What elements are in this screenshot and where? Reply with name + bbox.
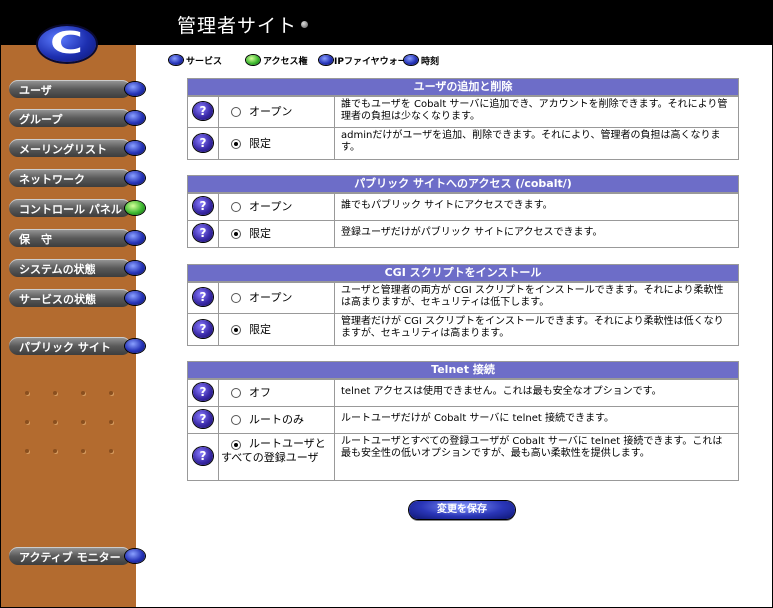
option-description: ルートユーザだけが Cobalt サーバに telnet 接続できます。 bbox=[341, 413, 614, 424]
page-title: 管理者サイト bbox=[177, 15, 298, 37]
sidebar-item-system-status[interactable]: システムの状態 bbox=[9, 259, 145, 277]
sidebar-item-label: メーリングリスト bbox=[19, 143, 107, 156]
option-row: ? オープン 誰でもパブリック サイトにアクセスできます。 bbox=[188, 193, 738, 220]
help-icon[interactable]: ? bbox=[193, 320, 213, 338]
section-title: ユーザの追加と削除 bbox=[188, 79, 738, 96]
sidebar-item-active-monitor[interactable]: アクティブ モニター bbox=[9, 547, 145, 565]
help-icon[interactable]: ? bbox=[193, 224, 213, 242]
sidebar-item-network[interactable]: ネットワーク bbox=[9, 169, 145, 187]
section-title: パブリック サイトへのアクセス (/cobalt/) bbox=[188, 176, 738, 193]
cobalt-logo-icon[interactable]: C bbox=[38, 26, 96, 62]
section-user-add-delete: ユーザの追加と削除 ? オープン 誰でもユーザを Cobalt サーバに追加でき… bbox=[187, 78, 739, 160]
orb-button-icon bbox=[125, 261, 145, 275]
sidebar-item-public-site[interactable]: パブリック サイト bbox=[9, 337, 145, 355]
help-icon[interactable]: ? bbox=[193, 410, 213, 428]
sidebar-item-groups[interactable]: グループ bbox=[9, 109, 145, 127]
orb-button-active-icon bbox=[125, 201, 145, 215]
orb-button-icon bbox=[125, 339, 145, 353]
option-label: オープン bbox=[249, 291, 293, 304]
orb-tab-active-icon bbox=[246, 55, 260, 65]
orb-button-icon bbox=[125, 141, 145, 155]
option-label: オフ bbox=[249, 386, 271, 399]
option-row: ? オープン ユーザと管理者の両方が CGI スクリプトをインストールできます。… bbox=[188, 282, 738, 313]
option-label: オープン bbox=[249, 200, 293, 213]
orb-button-icon bbox=[125, 549, 145, 563]
sidebar-item-users[interactable]: ユーザ bbox=[9, 80, 145, 98]
orb-button-icon bbox=[125, 171, 145, 185]
help-icon[interactable]: ? bbox=[193, 134, 213, 152]
option-row: ? ルートユーザとすべての登録ユーザ ルートユーザとすべての登録ユーザが Cob… bbox=[188, 433, 738, 480]
sidebar-item-mailing-list[interactable]: メーリングリスト bbox=[9, 139, 145, 157]
radio-user-open[interactable] bbox=[231, 107, 241, 117]
sidebar-item-label: グループ bbox=[19, 113, 63, 126]
orb-button-icon bbox=[125, 82, 145, 96]
option-description: 登録ユーザだけがパブリック サイトにアクセスできます。 bbox=[341, 227, 603, 238]
section-telnet: Telnet 接続 ? オフ telnet アクセスは使用できません。これは最も… bbox=[187, 361, 739, 481]
sidebar-item-label: 保 守 bbox=[19, 233, 52, 246]
option-row: ? 限定 adminだけがユーザを追加、削除できます。それにより、管理者の負担は… bbox=[188, 127, 738, 159]
save-button[interactable]: 変更を保存 bbox=[409, 501, 515, 519]
help-icon[interactable]: ? bbox=[193, 447, 213, 465]
sidebar-item-label: システムの状態 bbox=[19, 263, 96, 276]
option-label: 限定 bbox=[249, 227, 271, 240]
app-window: 管理者サイト ユーザ グループ メーリングリスト ネットワーク コントロール パ… bbox=[0, 0, 773, 608]
decorative-dots bbox=[25, 391, 125, 491]
sidebar: ユーザ グループ メーリングリスト ネットワーク コントロール パネル 保 守 bbox=[1, 45, 145, 607]
section-public-site-access: パブリック サイトへのアクセス (/cobalt/) ? オープン 誰でもパブリ… bbox=[187, 175, 739, 248]
radio-cgi-open[interactable] bbox=[231, 293, 241, 303]
section-title: CGI スクリプトをインストール bbox=[188, 265, 738, 282]
help-icon[interactable]: ? bbox=[193, 197, 213, 215]
option-label: 限定 bbox=[249, 323, 271, 336]
header-bar: 管理者サイト bbox=[1, 1, 772, 45]
option-description: ルートユーザとすべての登録ユーザが Cobalt サーバに telnet 接続で… bbox=[341, 436, 723, 459]
sidebar-item-label: アクティブ モニター bbox=[19, 551, 121, 564]
option-description: 誰でもパブリック サイトにアクセスできます。 bbox=[341, 200, 553, 211]
option-row: ? オープン 誰でもユーザを Cobalt サーバに追加でき、アカウントを削除で… bbox=[188, 96, 738, 127]
orb-button-icon bbox=[125, 111, 145, 125]
sidebar-item-label: コントロール パネル bbox=[19, 203, 122, 216]
radio-cgi-limited[interactable] bbox=[231, 325, 241, 335]
sidebar-item-service-status[interactable]: サービスの状態 bbox=[9, 289, 145, 307]
section-title: Telnet 接続 bbox=[188, 362, 738, 379]
option-description: 誰でもユーザを Cobalt サーバに追加でき、アカウントを削除できます。それに… bbox=[341, 99, 728, 122]
option-description: adminだけがユーザを追加、削除できます。それにより、管理者の負担は高くなりま… bbox=[341, 130, 721, 153]
help-icon[interactable]: ? bbox=[193, 288, 213, 306]
orb-button-icon bbox=[125, 231, 145, 245]
radio-public-open[interactable] bbox=[231, 202, 241, 212]
title-bullet-icon bbox=[301, 21, 308, 28]
radio-telnet-root-only[interactable] bbox=[231, 415, 241, 425]
radio-user-limited[interactable] bbox=[231, 139, 241, 149]
option-label: ルートユーザとすべての登録ユーザ bbox=[221, 437, 326, 464]
sidebar-item-label: ユーザ bbox=[19, 84, 52, 97]
orb-tab-icon bbox=[319, 55, 333, 65]
option-description: telnet アクセスは使用できません。これは最も安全なオプションです。 bbox=[341, 386, 662, 397]
orb-tab-icon bbox=[169, 55, 183, 65]
sidebar-item-label: パブリック サイト bbox=[19, 341, 111, 354]
sidebar-item-control-panel[interactable]: コントロール パネル bbox=[9, 199, 145, 217]
sidebar-item-label: サービスの状態 bbox=[19, 293, 96, 306]
option-row: ? オフ telnet アクセスは使用できません。これは最も安全なオプションです… bbox=[188, 379, 738, 406]
option-row: ? ルートのみ ルートユーザだけが Cobalt サーバに telnet 接続で… bbox=[188, 406, 738, 433]
section-cgi-install: CGI スクリプトをインストール ? オープン ユーザと管理者の両方が CGI … bbox=[187, 264, 739, 346]
option-row: ? 限定 管理者だけが CGI スクリプトをインストールできます。それにより柔軟… bbox=[188, 313, 738, 345]
option-description: 管理者だけが CGI スクリプトをインストールできます。それにより柔軟性は低くな… bbox=[341, 316, 724, 339]
option-label: 限定 bbox=[249, 137, 271, 150]
option-row: ? 限定 登録ユーザだけがパブリック サイトにアクセスできます。 bbox=[188, 220, 738, 247]
help-icon[interactable]: ? bbox=[193, 383, 213, 401]
orb-button-icon bbox=[125, 291, 145, 305]
radio-telnet-off[interactable] bbox=[231, 388, 241, 398]
option-label: オープン bbox=[249, 105, 293, 118]
sidebar-item-label: ネットワーク bbox=[19, 173, 85, 186]
radio-public-limited[interactable] bbox=[231, 229, 241, 239]
option-description: ユーザと管理者の両方が CGI スクリプトをインストールできます。それにより柔軟… bbox=[341, 285, 724, 308]
option-label: ルートのみ bbox=[249, 413, 304, 426]
sidebar-item-maintenance[interactable]: 保 守 bbox=[9, 229, 145, 247]
orb-tab-icon bbox=[404, 55, 418, 65]
help-icon[interactable]: ? bbox=[193, 102, 213, 120]
